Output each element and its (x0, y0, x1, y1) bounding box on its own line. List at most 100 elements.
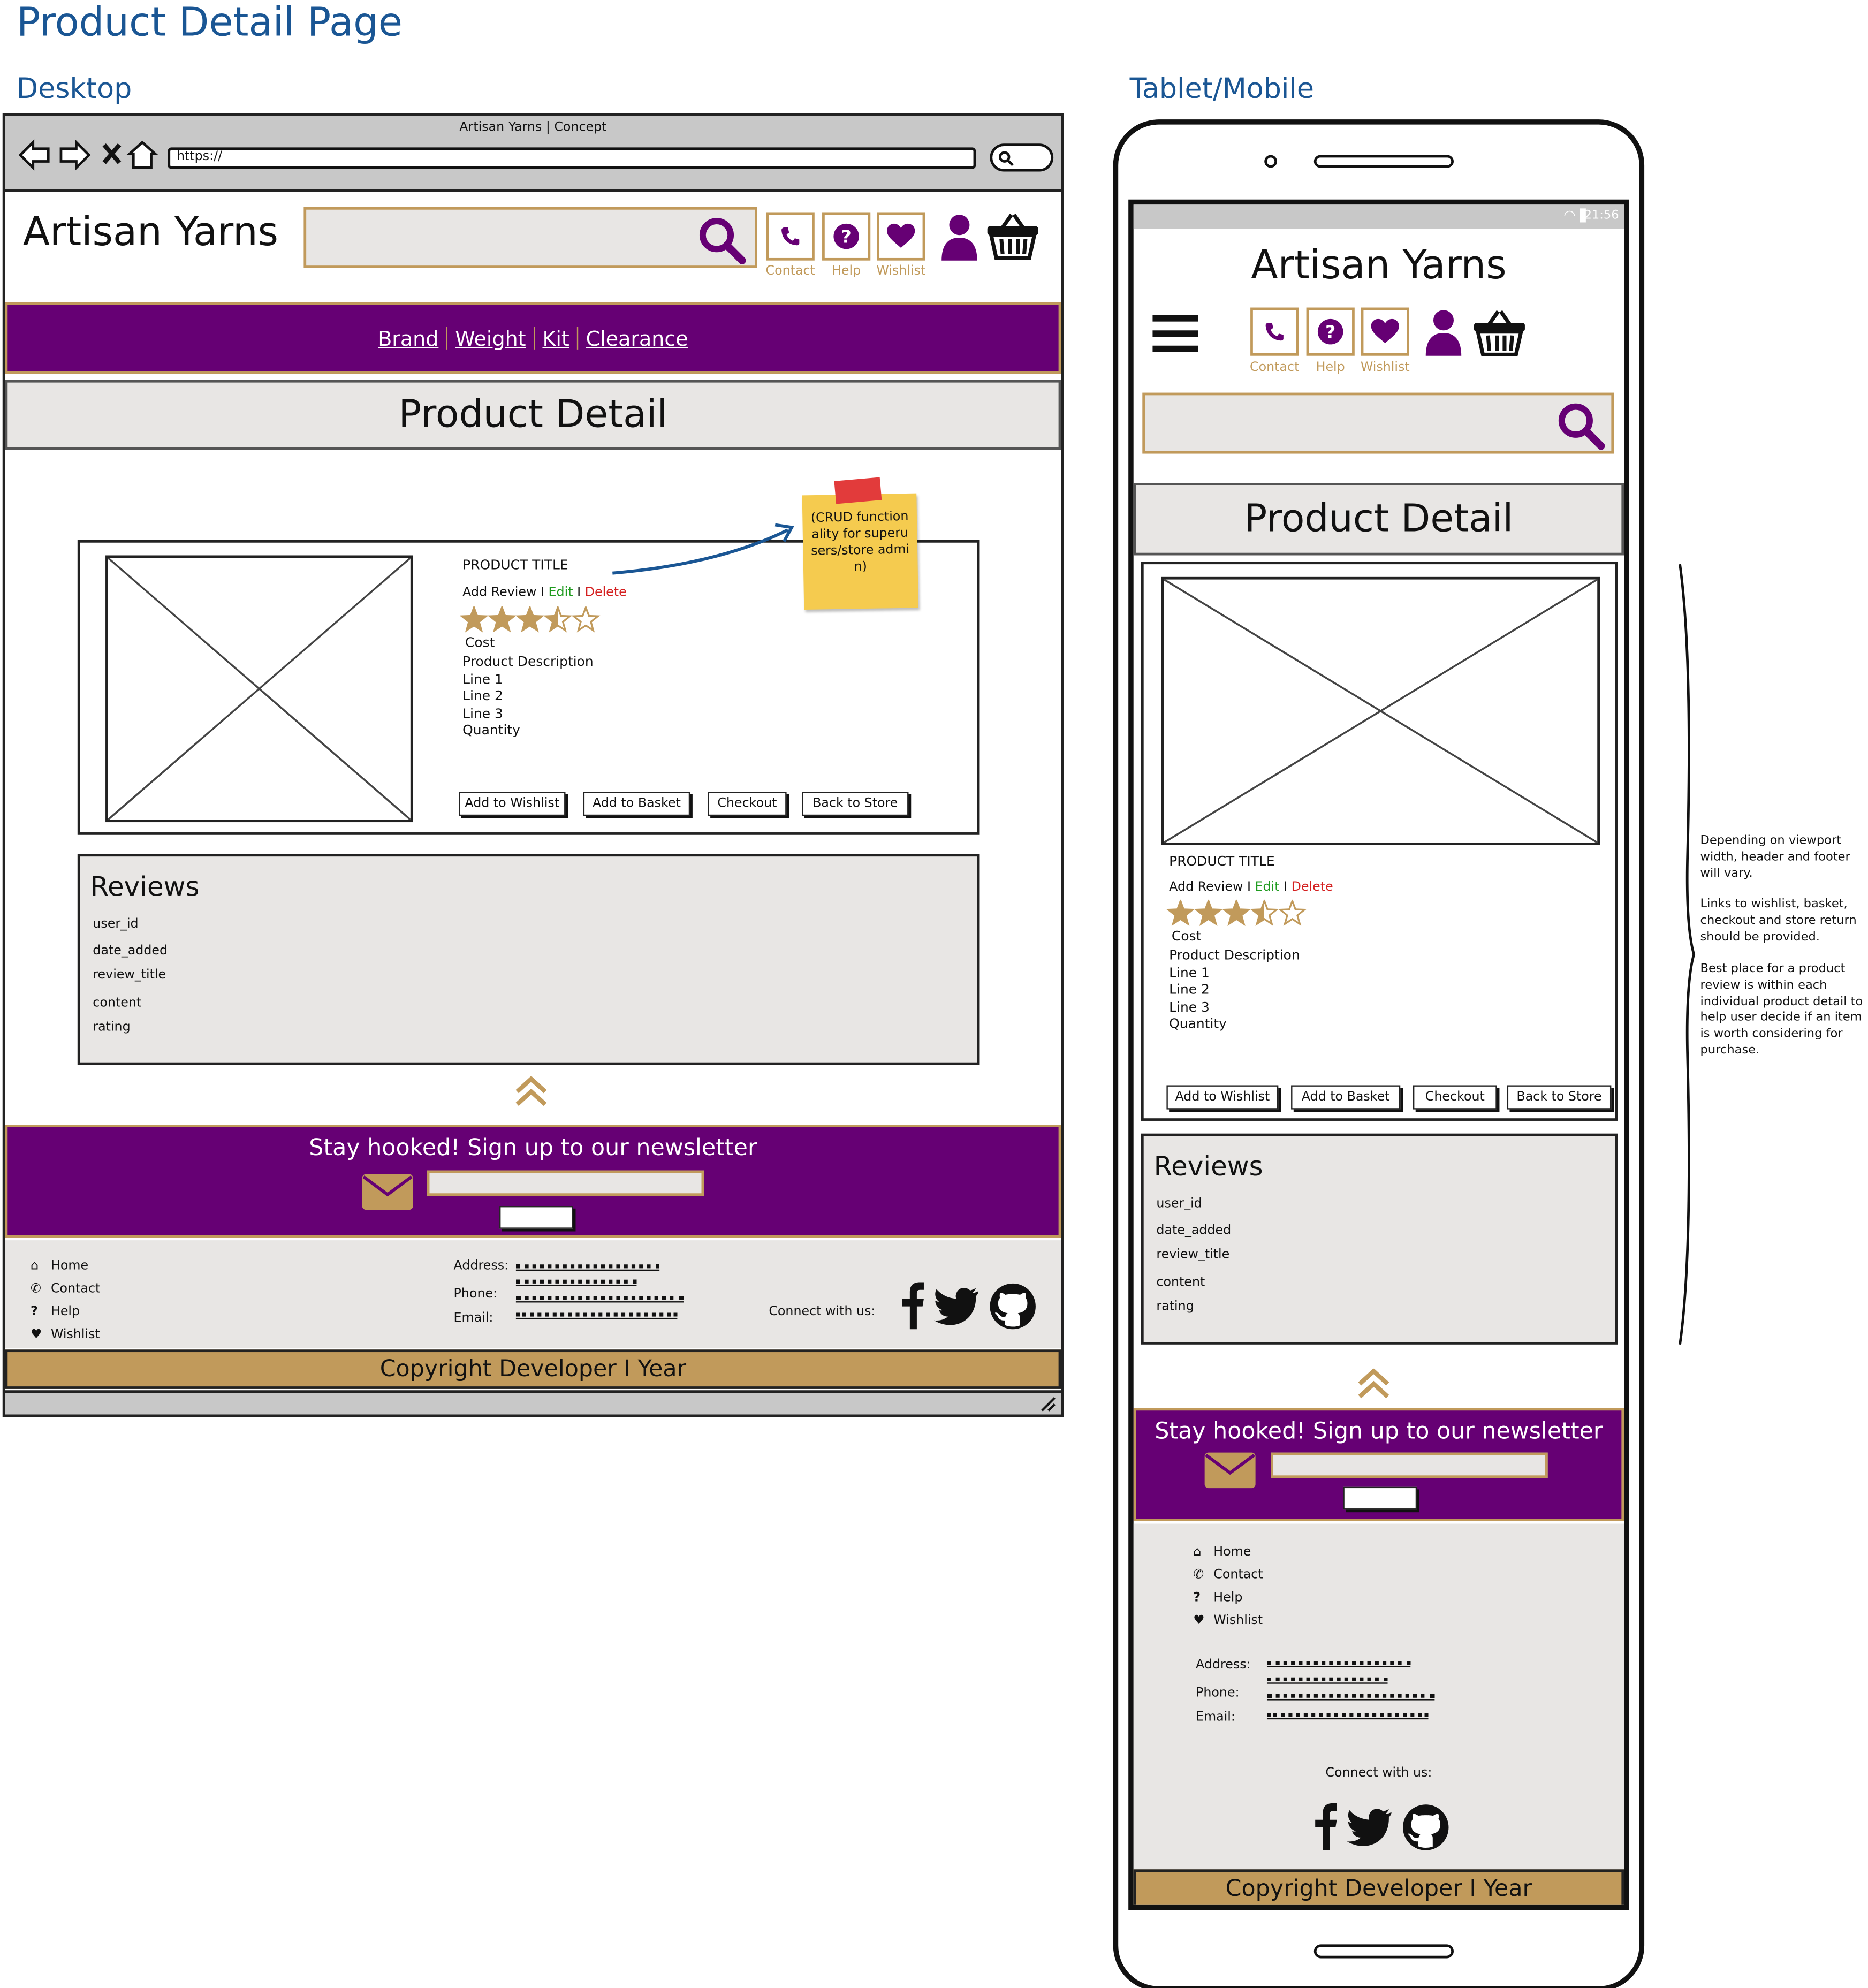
review-rating: rating (93, 1020, 131, 1035)
product-line-1: Line 1 (462, 671, 503, 687)
user-icon[interactable] (939, 214, 979, 262)
product-line-1: Line 1 (1169, 965, 1210, 981)
delete-link[interactable]: Delete (585, 586, 627, 600)
nav-weight[interactable]: Weight (455, 326, 526, 350)
connect-label: Connect with us: (769, 1305, 876, 1319)
mobile-label: Tablet/Mobile (1129, 73, 1315, 106)
add-to-basket-button[interactable]: Add to Basket (583, 792, 690, 816)
star-4 (1250, 899, 1279, 927)
back-to-store-button[interactable]: Back to Store (802, 792, 909, 816)
contact-button[interactable] (766, 212, 815, 261)
footer-link-home[interactable]: ⌂ Home (31, 1256, 100, 1279)
product-line-2: Line 2 (1169, 982, 1210, 998)
phone-icon (781, 227, 800, 246)
checkout-button[interactable]: Checkout (708, 792, 787, 816)
phone-value-placeholder (515, 1296, 684, 1303)
side-note-p3: Best place for a product review is withi… (1700, 961, 1863, 1058)
search-icon[interactable] (696, 215, 747, 265)
newsletter-email-input[interactable] (427, 1170, 704, 1196)
resize-grip-icon[interactable] (1038, 1397, 1056, 1412)
user-icon[interactable] (1423, 309, 1464, 357)
github-icon[interactable] (1403, 1804, 1449, 1850)
sign-up-button[interactable]: Sign-Up (499, 1206, 573, 1229)
nav-clearance[interactable]: Clearance (586, 326, 688, 350)
contact-label[interactable]: Contact (762, 264, 818, 278)
help-button[interactable]: ? (1306, 307, 1355, 356)
back-to-store-button[interactable]: Back to Store (1507, 1085, 1612, 1110)
review-content: content (1156, 1276, 1205, 1290)
star-3 (515, 606, 545, 633)
home-icon: ⌂ (30, 1259, 39, 1273)
footer-link-contact[interactable]: ✆ Contact (1193, 1565, 1263, 1588)
browser-search[interactable] (990, 143, 1054, 172)
contact-label[interactable]: Contact (1247, 361, 1302, 375)
product-description: Product Description (462, 654, 594, 670)
twitter-icon[interactable] (1347, 1809, 1392, 1846)
product-image-placeholder (105, 555, 413, 823)
facebook-icon[interactable] (902, 1282, 924, 1330)
github-icon[interactable] (990, 1283, 1036, 1330)
edit-link[interactable]: Edit (549, 586, 573, 600)
wishlist-button[interactable] (877, 212, 925, 261)
reviews-heading: Reviews (1153, 1151, 1263, 1182)
footer-link-contact[interactable]: ✆ Contact (31, 1278, 100, 1301)
heart-icon (887, 223, 915, 248)
search-icon (999, 151, 1014, 166)
product-cost: Cost (465, 635, 495, 651)
address-bar[interactable]: https:// (168, 147, 976, 169)
back-to-top-icon[interactable] (515, 1076, 548, 1107)
help-label[interactable]: Help (818, 264, 874, 278)
question-icon: ? (30, 1305, 38, 1319)
help-label[interactable]: Help (1302, 361, 1358, 375)
footer-link-wishlist[interactable]: ♥ Wishlist (31, 1324, 100, 1347)
footer-link-home[interactable]: ⌂ Home (1193, 1542, 1263, 1565)
nav-brand[interactable]: Brand (378, 326, 438, 350)
add-to-basket-button[interactable]: Add to Basket (1291, 1085, 1401, 1110)
wishlist-label[interactable]: Wishlist (1357, 361, 1413, 375)
product-line-3: Line 3 (462, 705, 503, 722)
delete-link[interactable]: Delete (1292, 881, 1333, 894)
newsletter-heading: Stay hooked! Sign up to our newsletter (1155, 1418, 1603, 1445)
twitter-icon[interactable] (933, 1287, 979, 1325)
help-button[interactable]: ? (822, 212, 871, 261)
basket-icon[interactable] (986, 212, 1039, 260)
brand-logo[interactable]: Artisan Yarns (23, 210, 278, 255)
product-line-3: Line 3 (1169, 999, 1210, 1015)
footer-link-wishlist[interactable]: ♥ Wishlist (1193, 1610, 1263, 1633)
product-cost: Cost (1171, 929, 1202, 944)
add-to-wishlist-button[interactable]: Add to Wishlist (459, 792, 566, 816)
search-input[interactable] (303, 207, 757, 268)
basket-icon[interactable] (1473, 309, 1527, 357)
footer-link-help[interactable]: ? Help (31, 1301, 100, 1324)
contact-button[interactable] (1250, 307, 1299, 356)
home-slot[interactable] (1313, 1944, 1454, 1959)
facebook-icon[interactable] (1315, 1803, 1337, 1850)
question-icon: ? (833, 223, 859, 249)
footer-link-help[interactable]: ? Help (1193, 1587, 1263, 1610)
checkout-button[interactable]: Checkout (1413, 1085, 1497, 1110)
edit-link[interactable]: Edit (1255, 881, 1280, 894)
sign-up-button[interactable]: Sign-Up (1343, 1486, 1417, 1510)
browser-nav-icons[interactable] (18, 139, 160, 172)
review-user-id: user_id (93, 917, 139, 932)
search-icon[interactable] (1555, 400, 1606, 451)
address-label: Address: (1196, 1658, 1251, 1673)
star-5 (571, 606, 601, 633)
add-to-wishlist-button[interactable]: Add to Wishlist (1166, 1085, 1279, 1110)
back-to-top-icon[interactable] (1357, 1368, 1391, 1399)
wishlist-label[interactable]: Wishlist (873, 264, 929, 278)
page-heading: Product Detail (5, 380, 1061, 450)
main-nav: Brand Weight Kit Clearance (5, 302, 1061, 374)
newsletter-email-input[interactable] (1271, 1452, 1548, 1478)
search-input[interactable] (1142, 392, 1614, 454)
wishlist-button[interactable] (1361, 307, 1409, 356)
add-review-link[interactable]: Add Review (462, 586, 536, 600)
star-2 (1194, 899, 1223, 927)
email-value-placeholder (515, 1312, 678, 1319)
hamburger-menu-icon[interactable] (1152, 313, 1201, 353)
brand-logo[interactable]: Artisan Yarns (1134, 242, 1624, 288)
phone-icon: ✆ (30, 1282, 41, 1296)
review-actions: Add Review I Edit I Delete (462, 586, 627, 600)
add-review-link[interactable]: Add Review (1169, 881, 1243, 894)
nav-kit[interactable]: Kit (542, 326, 569, 350)
